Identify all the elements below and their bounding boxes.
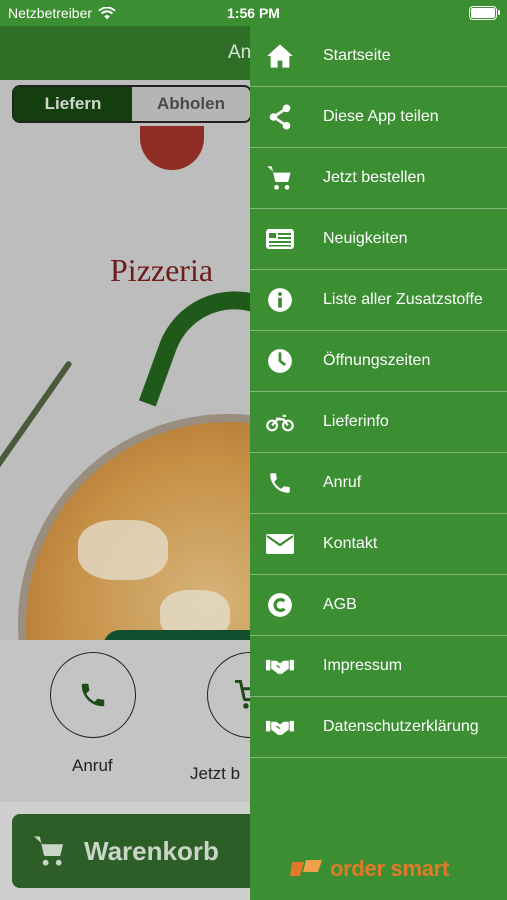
clock-icon <box>266 347 294 375</box>
call-button[interactable] <box>50 652 136 738</box>
handshake-icon <box>266 713 294 741</box>
menu-label: Öffnungszeiten <box>323 352 431 369</box>
cart-icon <box>34 836 64 866</box>
motorcycle-icon <box>266 408 294 436</box>
menu-item-contact[interactable]: Kontakt <box>250 514 507 575</box>
menu-label: Kontakt <box>323 535 378 552</box>
menu-label: Liste aller Zusatzstoffe <box>323 291 483 308</box>
menu-label: Neuigkeiten <box>323 230 408 247</box>
order-smart-logo-icon <box>290 860 322 876</box>
home-icon <box>266 42 294 70</box>
copyright-icon <box>266 591 294 619</box>
phone-icon <box>266 469 294 497</box>
news-icon <box>266 225 294 253</box>
handshake-icon <box>266 652 294 680</box>
info-icon <box>266 286 294 314</box>
menu-label: Anruf <box>323 474 362 491</box>
menu-label: Lieferinfo <box>323 413 389 430</box>
navigation-drawer: Startseite Diese App teilen Jetzt bestel… <box>250 26 507 900</box>
call-label: Anruf <box>72 756 113 775</box>
hero-title: Pizzeria <box>110 252 214 288</box>
menu-label: Jetzt bestellen <box>323 169 426 186</box>
menu-item-order[interactable]: Jetzt bestellen <box>250 148 507 209</box>
phone-icon <box>81 683 105 707</box>
menu-label: AGB <box>323 596 357 613</box>
menu-item-delivery-info[interactable]: Lieferinfo <box>250 392 507 453</box>
app-title: An <box>228 42 252 63</box>
menu-item-call[interactable]: Anruf <box>250 453 507 514</box>
cheese-decoration <box>78 520 168 580</box>
status-bar: Netzbetreiber 1:56 PM <box>0 0 507 26</box>
delivery-mode-segment[interactable]: Liefern Abholen <box>12 85 252 123</box>
menu-item-share[interactable]: Diese App teilen <box>250 87 507 148</box>
menu-label: Impressum <box>323 657 403 674</box>
menu-item-news[interactable]: Neuigkeiten <box>250 209 507 270</box>
menu-item-opening-hours[interactable]: Öffnungszeiten <box>250 331 507 392</box>
segment-deliver[interactable]: Liefern <box>14 87 132 121</box>
cart-button[interactable]: Warenkorb <box>12 814 262 888</box>
status-time: 1:56 PM <box>227 5 280 21</box>
menu-item-additives[interactable]: Liste aller Zusatzstoffe <box>250 270 507 331</box>
menu-label: Diese App teilen <box>323 108 439 125</box>
brand-name: order smart <box>330 856 449 881</box>
menu-item-startseite[interactable]: Startseite <box>250 26 507 87</box>
cart-icon <box>266 164 294 192</box>
battery-icon <box>469 6 500 20</box>
segment-pickup[interactable]: Abholen <box>132 87 250 121</box>
cart-label: Warenkorb <box>84 835 219 866</box>
menu-label: Startseite <box>323 47 391 64</box>
menu-item-privacy[interactable]: Datenschutzerklärung <box>250 697 507 758</box>
share-icon <box>266 103 294 131</box>
order-label: Jetzt b <box>190 764 241 783</box>
herb-decoration <box>0 360 73 470</box>
menu-item-terms[interactable]: AGB <box>250 575 507 636</box>
brand-footer: order smart <box>290 856 449 882</box>
tomato-decoration <box>140 126 204 170</box>
menu-item-imprint[interactable]: Impressum <box>250 636 507 697</box>
envelope-icon <box>266 530 294 558</box>
menu-label: Datenschutzerklärung <box>323 718 479 735</box>
